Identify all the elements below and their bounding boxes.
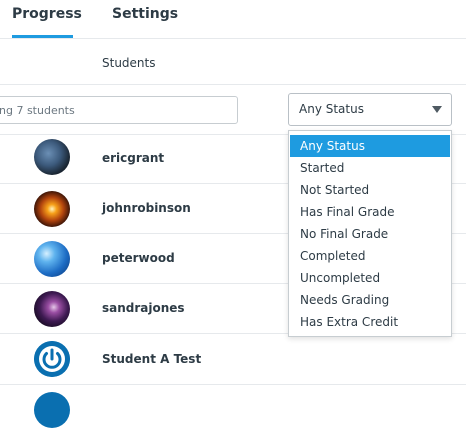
status-option-has-extra-credit[interactable]: Has Extra Credit <box>290 311 450 333</box>
student-name[interactable]: johnrobinson <box>102 201 191 215</box>
status-option-completed[interactable]: Completed <box>290 245 450 267</box>
status-option-any-status[interactable]: Any Status <box>290 135 450 157</box>
status-dropdown-list: Any Status Started Not Started Has Final… <box>288 130 452 337</box>
galaxy-avatar-icon <box>34 291 70 327</box>
status-option-uncompleted[interactable]: Uncompleted <box>290 267 450 289</box>
student-filter-input[interactable] <box>0 96 238 124</box>
tab-progress[interactable]: Progress <box>12 6 82 22</box>
student-name[interactable]: Student A Test <box>102 352 201 366</box>
earth-avatar-icon <box>34 139 70 175</box>
status-option-not-started[interactable]: Not Started <box>290 179 450 201</box>
status-option-started[interactable]: Started <box>290 157 450 179</box>
student-name[interactable]: ericgrant <box>102 151 164 165</box>
status-filter-select[interactable]: Any Status <box>288 93 452 126</box>
active-tab-indicator <box>12 35 73 38</box>
student-name[interactable]: peterwood <box>102 251 175 265</box>
status-option-no-final-grade[interactable]: No Final Grade <box>290 223 450 245</box>
student-name[interactable]: sandrajones <box>102 301 185 315</box>
blue-globe-avatar-icon <box>34 241 70 277</box>
caret-down-icon <box>432 106 442 113</box>
status-option-needs-grading[interactable]: Needs Grading <box>290 289 450 311</box>
power-icon-avatar-icon <box>34 341 70 377</box>
divider <box>0 84 466 85</box>
divider <box>0 384 466 385</box>
status-select-value: Any Status <box>299 102 364 116</box>
tab-bar: Progress Settings <box>0 0 466 39</box>
status-option-has-final-grade[interactable]: Has Final Grade <box>290 201 450 223</box>
students-column-header: Students <box>102 56 156 70</box>
student-row: Student A Test <box>0 335 466 385</box>
tab-settings[interactable]: Settings <box>112 6 178 22</box>
sunburst-avatar-icon <box>34 191 70 227</box>
partial-avatar-icon <box>34 392 70 428</box>
